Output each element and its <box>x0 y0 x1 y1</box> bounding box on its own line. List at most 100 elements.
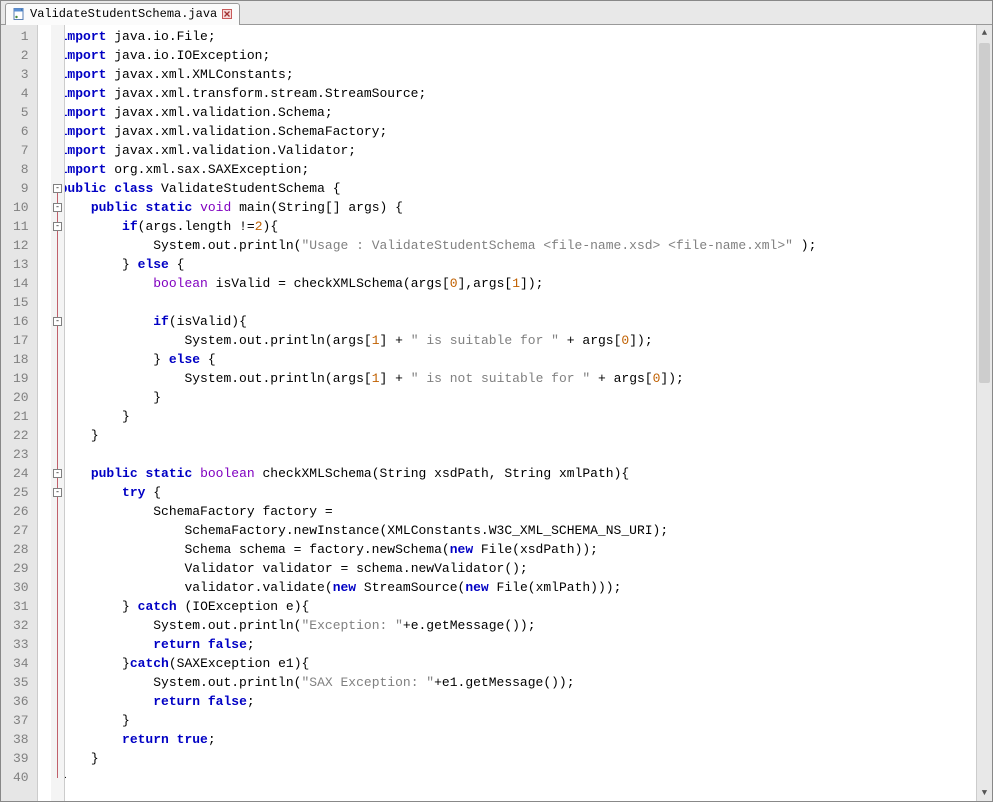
code-line[interactable]: } catch (IOException e){ <box>52 597 976 616</box>
fold-cell <box>51 331 64 350</box>
code-line[interactable]: import java.io.IOException; <box>52 46 976 65</box>
code-line[interactable]: } <box>52 711 976 730</box>
code-line[interactable]: Validator validator = schema.newValidato… <box>52 559 976 578</box>
fold-cell <box>51 502 64 521</box>
fold-cell <box>51 692 64 711</box>
line-number: 20 <box>1 388 37 407</box>
source-code[interactable]: import java.io.File;import java.io.IOExc… <box>52 25 976 801</box>
fold-cell: - <box>51 483 64 502</box>
fold-cell <box>51 654 64 673</box>
code-line[interactable]: }catch(SAXException e1){ <box>52 654 976 673</box>
code-line[interactable]: System.out.println("SAX Exception: "+e1.… <box>52 673 976 692</box>
code-line[interactable] <box>52 293 976 312</box>
line-number: 23 <box>1 445 37 464</box>
fold-cell <box>51 673 64 692</box>
fold-toggle-icon[interactable]: - <box>53 184 62 193</box>
fold-cell <box>51 103 64 122</box>
code-line[interactable]: } <box>52 768 976 787</box>
fold-toggle-icon[interactable]: - <box>53 222 62 231</box>
fold-toggle-icon[interactable]: - <box>53 488 62 497</box>
code-line[interactable]: } else { <box>52 255 976 274</box>
scroll-up-icon[interactable]: ▲ <box>977 25 992 41</box>
code-line[interactable]: return false; <box>52 635 976 654</box>
code-line[interactable]: Schema schema = factory.newSchema(new Fi… <box>52 540 976 559</box>
line-number: 32 <box>1 616 37 635</box>
code-line[interactable]: } <box>52 407 976 426</box>
code-line[interactable]: import javax.xml.transform.stream.Stream… <box>52 84 976 103</box>
fold-cell <box>51 350 64 369</box>
code-line[interactable]: try { <box>52 483 976 502</box>
line-number: 19 <box>1 369 37 388</box>
code-line[interactable]: public static void main(String[] args) { <box>52 198 976 217</box>
fold-cell <box>51 293 64 312</box>
line-number: 3 <box>1 65 37 84</box>
line-number: 37 <box>1 711 37 730</box>
code-line[interactable]: import org.xml.sax.SAXException; <box>52 160 976 179</box>
code-line[interactable]: } <box>52 749 976 768</box>
code-line[interactable]: System.out.println("Usage : ValidateStud… <box>52 236 976 255</box>
fold-cell <box>51 521 64 540</box>
line-number: 13 <box>1 255 37 274</box>
code-line[interactable]: import javax.xml.validation.Schema; <box>52 103 976 122</box>
code-line[interactable]: import java.io.File; <box>52 27 976 46</box>
code-area[interactable]: 1234567891011121314151617181920212223242… <box>1 25 992 801</box>
code-line[interactable]: public static boolean checkXMLSchema(Str… <box>52 464 976 483</box>
line-number: 25 <box>1 483 37 502</box>
code-line[interactable] <box>52 445 976 464</box>
line-number: 4 <box>1 84 37 103</box>
code-line[interactable]: if(args.length !=2){ <box>52 217 976 236</box>
code-line[interactable]: SchemaFactory.newInstance(XMLConstants.W… <box>52 521 976 540</box>
fold-cell <box>51 426 64 445</box>
fold-cell: - <box>51 198 64 217</box>
close-icon[interactable] <box>221 8 233 20</box>
tab-filename: ValidateStudentSchema.java <box>30 7 217 21</box>
fold-cell <box>51 274 64 293</box>
fold-cell: - <box>51 179 64 198</box>
code-line[interactable]: System.out.println("Exception: "+e.getMe… <box>52 616 976 635</box>
fold-cell <box>51 255 64 274</box>
line-number: 28 <box>1 540 37 559</box>
fold-cell <box>51 749 64 768</box>
line-number: 7 <box>1 141 37 160</box>
fold-cell <box>51 768 64 787</box>
line-number: 27 <box>1 521 37 540</box>
line-number: 29 <box>1 559 37 578</box>
scrollbar-thumb[interactable] <box>979 43 990 383</box>
line-number: 15 <box>1 293 37 312</box>
file-tab[interactable]: ValidateStudentSchema.java <box>5 3 240 25</box>
fold-toggle-icon[interactable]: - <box>53 469 62 478</box>
code-line[interactable]: import javax.xml.validation.Validator; <box>52 141 976 160</box>
vertical-scrollbar[interactable]: ▲ ▼ <box>976 25 992 801</box>
code-line[interactable]: boolean isValid = checkXMLSchema(args[0]… <box>52 274 976 293</box>
fold-toggle-icon[interactable]: - <box>53 317 62 326</box>
code-line[interactable]: if(isValid){ <box>52 312 976 331</box>
fold-toggle-icon[interactable]: - <box>53 203 62 212</box>
code-line[interactable]: System.out.println(args[1] + " is suitab… <box>52 331 976 350</box>
fold-cell <box>51 122 64 141</box>
code-line[interactable]: return false; <box>52 692 976 711</box>
line-number: 33 <box>1 635 37 654</box>
code-line[interactable]: } else { <box>52 350 976 369</box>
line-number: 14 <box>1 274 37 293</box>
fold-cell <box>51 730 64 749</box>
line-number: 16 <box>1 312 37 331</box>
code-line[interactable]: validator.validate(new StreamSource(new … <box>52 578 976 597</box>
code-line[interactable]: return true; <box>52 730 976 749</box>
fold-cell <box>51 578 64 597</box>
code-line[interactable]: public class ValidateStudentSchema { <box>52 179 976 198</box>
code-line[interactable]: import javax.xml.XMLConstants; <box>52 65 976 84</box>
line-number: 38 <box>1 730 37 749</box>
code-line[interactable]: System.out.println(args[1] + " is not su… <box>52 369 976 388</box>
code-line[interactable]: } <box>52 426 976 445</box>
fold-cell <box>51 141 64 160</box>
line-number: 8 <box>1 160 37 179</box>
scroll-down-icon[interactable]: ▼ <box>977 785 992 801</box>
line-number: 6 <box>1 122 37 141</box>
fold-cell <box>51 711 64 730</box>
line-number: 5 <box>1 103 37 122</box>
code-line[interactable]: import javax.xml.validation.SchemaFactor… <box>52 122 976 141</box>
fold-cell <box>51 236 64 255</box>
line-number-gutter: 1234567891011121314151617181920212223242… <box>1 25 38 801</box>
code-line[interactable]: SchemaFactory factory = <box>52 502 976 521</box>
code-line[interactable]: } <box>52 388 976 407</box>
